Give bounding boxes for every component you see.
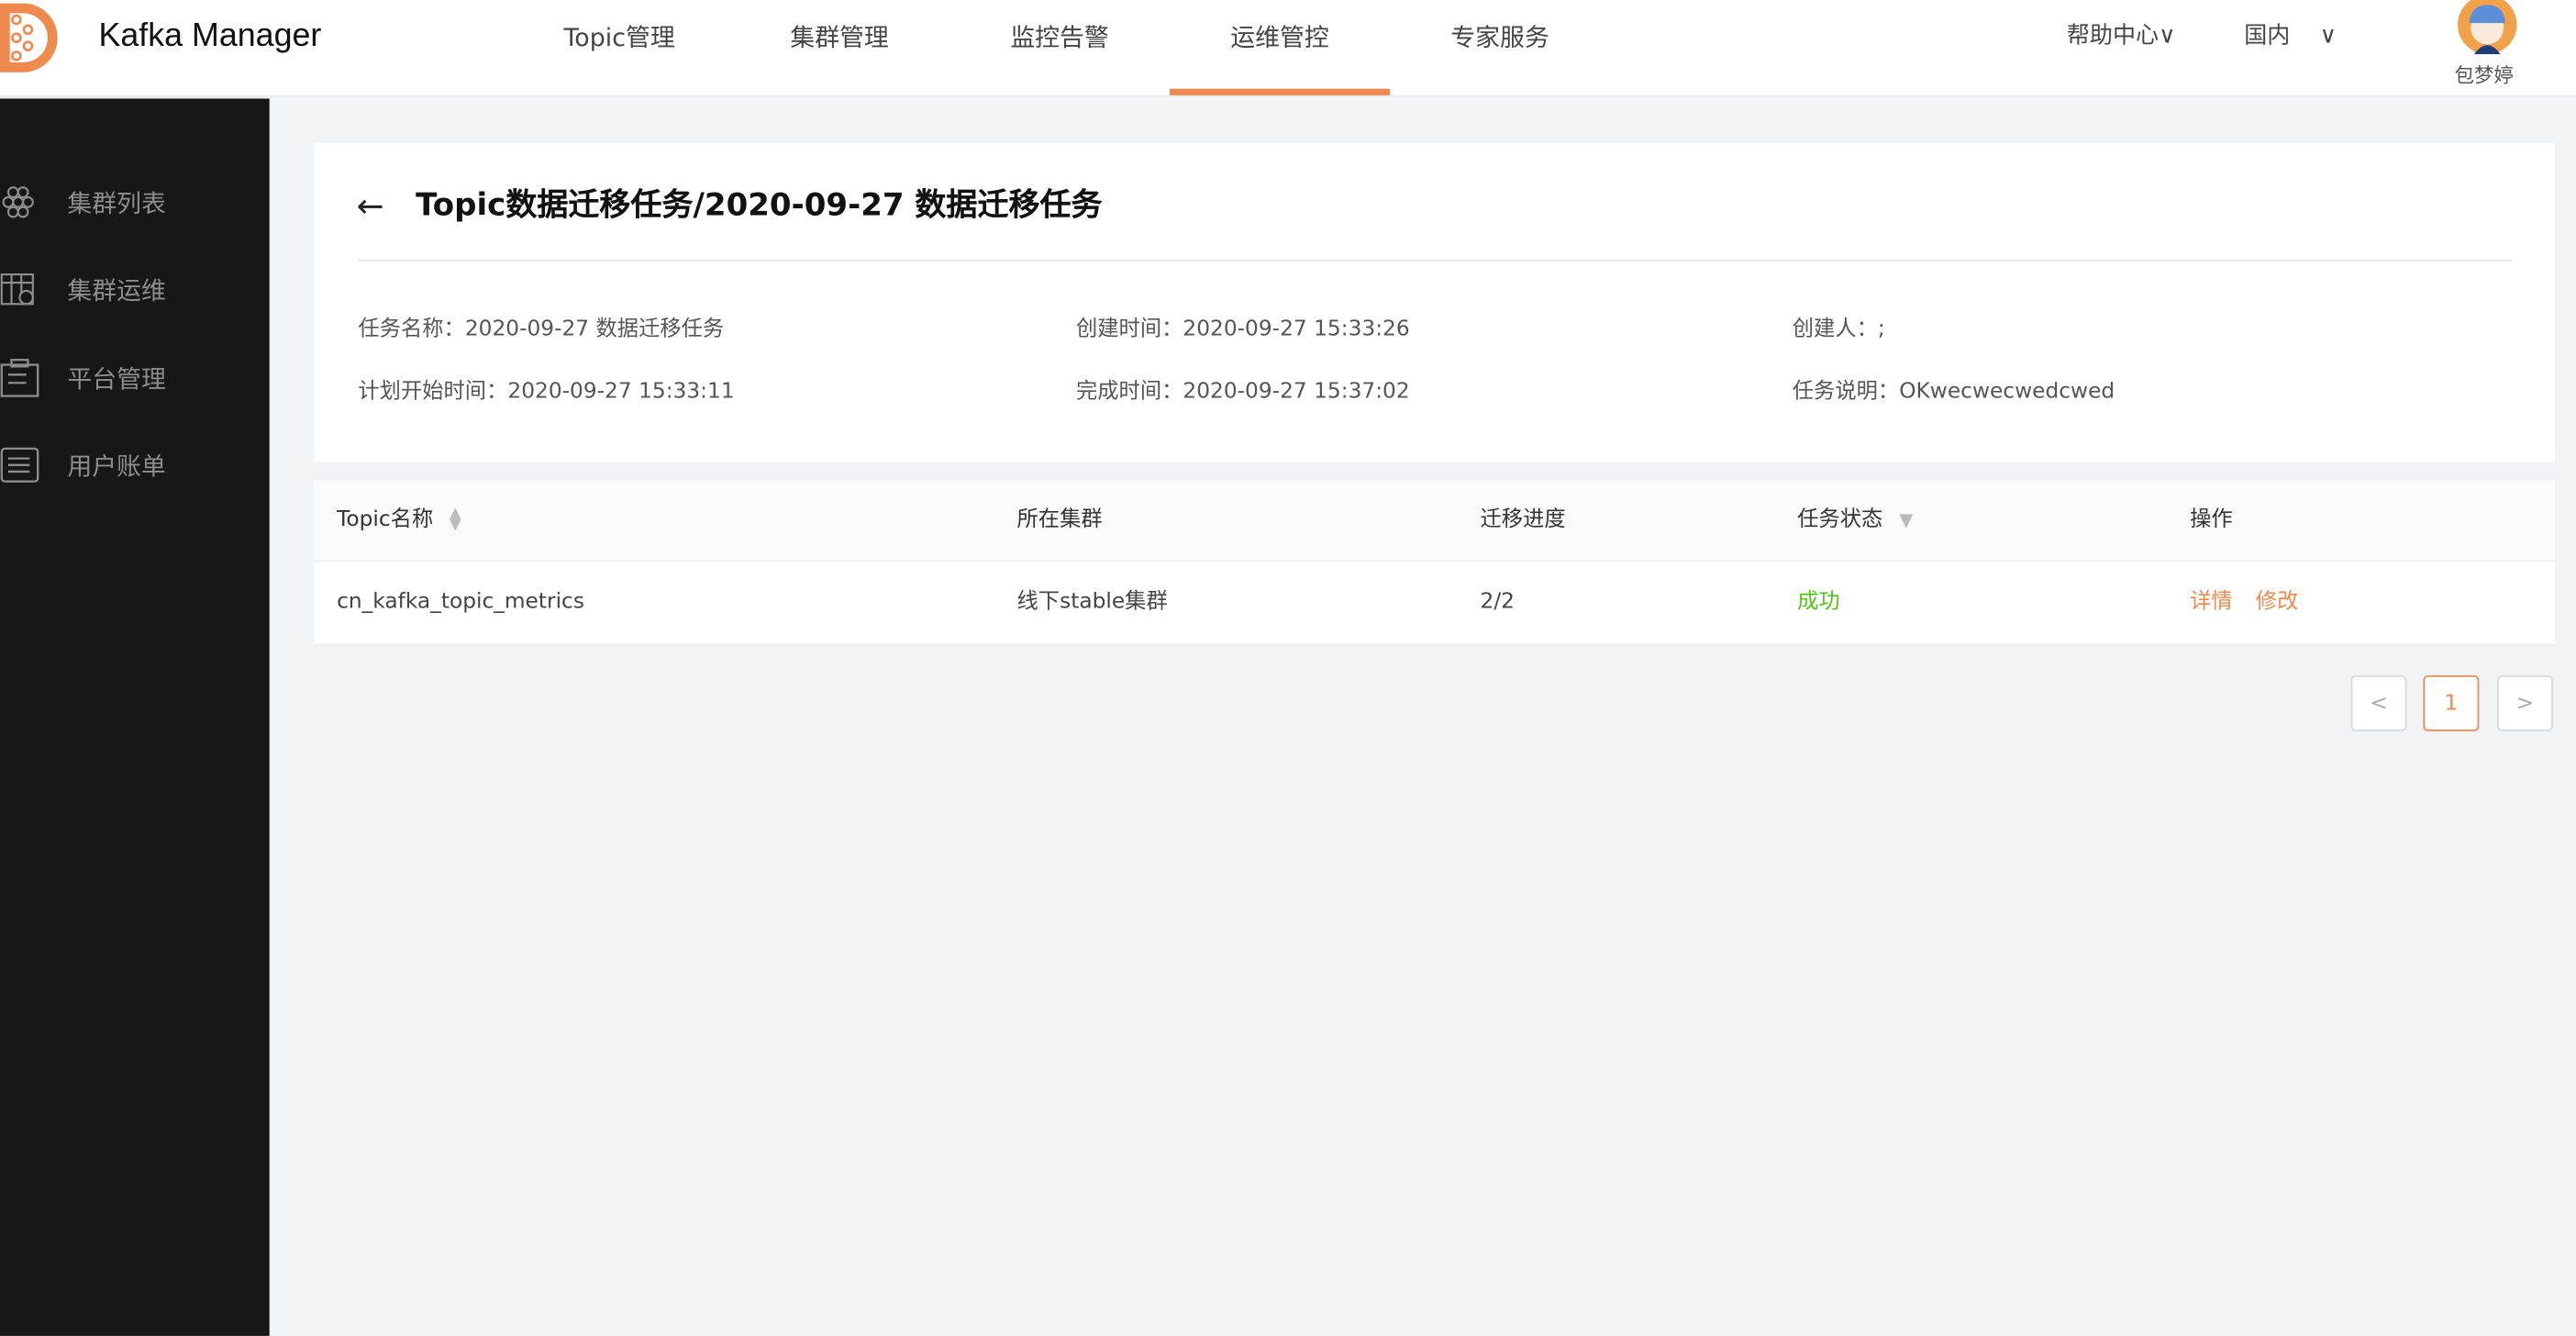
edit-link[interactable]: 修改 — [2256, 590, 2299, 615]
nav-topic[interactable]: Topic管理 — [509, 0, 729, 95]
filter-icon[interactable]: ▼ — [1899, 509, 1913, 530]
col-status: 任务状态 ▼ — [1797, 480, 1913, 561]
main-nav: Topic管理 集群管理 监控告警 运维管控 专家服务 — [509, 0, 1610, 95]
top-header: Kafka Manager Topic管理 集群管理 监控告警 运维管控 专家服… — [0, 0, 2576, 97]
field-label: 创建人： — [1792, 317, 1878, 342]
field-created-time: 创建时间：2020-09-27 15:33:26 — [1075, 310, 1410, 342]
field-label: 任务说明： — [1792, 379, 1900, 405]
sidebar-item-cluster-list[interactable]: 集群列表 — [0, 177, 270, 227]
divider — [358, 259, 2513, 262]
prev-page-button[interactable]: < — [2350, 675, 2407, 731]
help-label: 帮助中心 — [2066, 23, 2160, 50]
nav-ops[interactable]: 运维管控 — [1170, 0, 1391, 95]
next-page-button[interactable]: > — [2497, 675, 2553, 731]
field-value: 2020-09-27 15:33:11 — [507, 379, 735, 405]
page-title: Topic数据迁移任务/2020-09-27 数据迁移任务 — [416, 187, 1103, 224]
column-label: Topic名称 — [337, 507, 434, 533]
field-task-name: 任务名称：2020-09-27 数据迁移任务 — [358, 310, 725, 342]
field-label: 完成时间： — [1075, 379, 1183, 405]
field-value: OKwecwecwedcwed — [1899, 379, 2115, 405]
field-value: 2020-09-27 15:33:26 — [1183, 317, 1410, 342]
nav-monitor[interactable]: 监控告警 — [949, 0, 1170, 95]
chevron-down-icon: ∨ — [2159, 23, 2176, 50]
detail-link[interactable]: 详情 — [2190, 590, 2233, 615]
field-value: 2020-09-27 数据迁移任务 — [464, 317, 725, 342]
col-topic[interactable]: Topic名称 ▲ ▼ — [337, 480, 461, 561]
column-label: 任务状态 — [1797, 507, 1883, 533]
region-dropdown[interactable]: 国内 ∨ — [2244, 18, 2337, 51]
migration-table: Topic名称 ▲ ▼ 所在集群 迁移进度 任务状态 ▼ 操作 cn_kafka_to… — [314, 479, 2555, 646]
field-creator: 创建人：; — [1792, 310, 1885, 342]
avatar[interactable] — [2458, 0, 2517, 55]
cell-progress: 2/2 — [1480, 589, 1515, 615]
field-value: 2020-09-27 15:37:02 — [1183, 379, 1410, 405]
table-row: cn_kafka_topic_metrics 线下stable集群 2/2 成功… — [314, 562, 2555, 646]
app-title: Kafka Manager — [98, 17, 322, 55]
sort-icon[interactable]: ▲ ▼ — [450, 507, 461, 533]
field-description: 任务说明：OKwecwecwedcwed — [1793, 373, 2115, 405]
sidebar-item-label: 集群列表 — [67, 188, 166, 218]
table-dollar-icon — [0, 273, 34, 306]
sidebar-item-label: 用户账单 — [67, 451, 166, 481]
nav-cluster[interactable]: 集群管理 — [729, 0, 949, 95]
sidebar-item-platform[interactable]: 平台管理 — [0, 353, 270, 403]
list-icon — [0, 447, 39, 483]
help-center-dropdown[interactable]: 帮助中心∨ — [2067, 18, 2176, 51]
table-header: Topic名称 ▲ ▼ 所在集群 迁移进度 任务状态 ▼ 操作 — [314, 479, 2555, 562]
clipboard-icon — [0, 359, 39, 397]
cell-cluster: 线下stable集群 — [1016, 589, 1168, 615]
nav-expert[interactable]: 专家服务 — [1390, 0, 1610, 95]
field-label: 计划开始时间： — [358, 379, 508, 405]
status-badge: 成功 — [1797, 589, 1840, 615]
field-label: 任务名称： — [358, 317, 465, 342]
user-name: 包梦婷 — [2454, 63, 2514, 87]
sidebar: 集群列表 集群运维 平台管理 用户账单 — [0, 98, 270, 1336]
cell-topic: cn_kafka_topic_metrics — [337, 589, 584, 615]
sidebar-item-label: 集群运维 — [67, 274, 166, 306]
hexagon-grid-icon — [2, 186, 34, 218]
logo-icon — [0, 3, 58, 72]
task-detail-card: ← Topic数据迁移任务/2020-09-27 数据迁移任务 任务名称：202… — [314, 142, 2555, 462]
page-1-button[interactable]: 1 — [2423, 675, 2480, 731]
field-finished-time: 完成时间：2020-09-27 15:37:02 — [1076, 373, 1410, 405]
col-progress: 迁移进度 — [1480, 507, 1566, 533]
field-planned-start: 计划开始时间：2020-09-27 15:33:11 — [358, 373, 734, 405]
col-actions: 操作 — [2190, 507, 2233, 533]
back-arrow-icon[interactable]: ← — [357, 185, 384, 225]
region-label: 国内 — [2244, 23, 2291, 50]
field-value: ; — [1877, 317, 1885, 342]
cell-actions: 详情 修改 — [2190, 562, 2321, 642]
field-label: 创建时间： — [1075, 317, 1183, 342]
chevron-down-icon: ∨ — [2319, 23, 2337, 50]
sidebar-item-billing[interactable]: 用户账单 — [0, 440, 270, 490]
sidebar-item-cluster-ops[interactable]: 集群运维 — [0, 264, 270, 314]
col-cluster: 所在集群 — [1016, 507, 1103, 533]
sidebar-item-label: 平台管理 — [67, 363, 166, 394]
